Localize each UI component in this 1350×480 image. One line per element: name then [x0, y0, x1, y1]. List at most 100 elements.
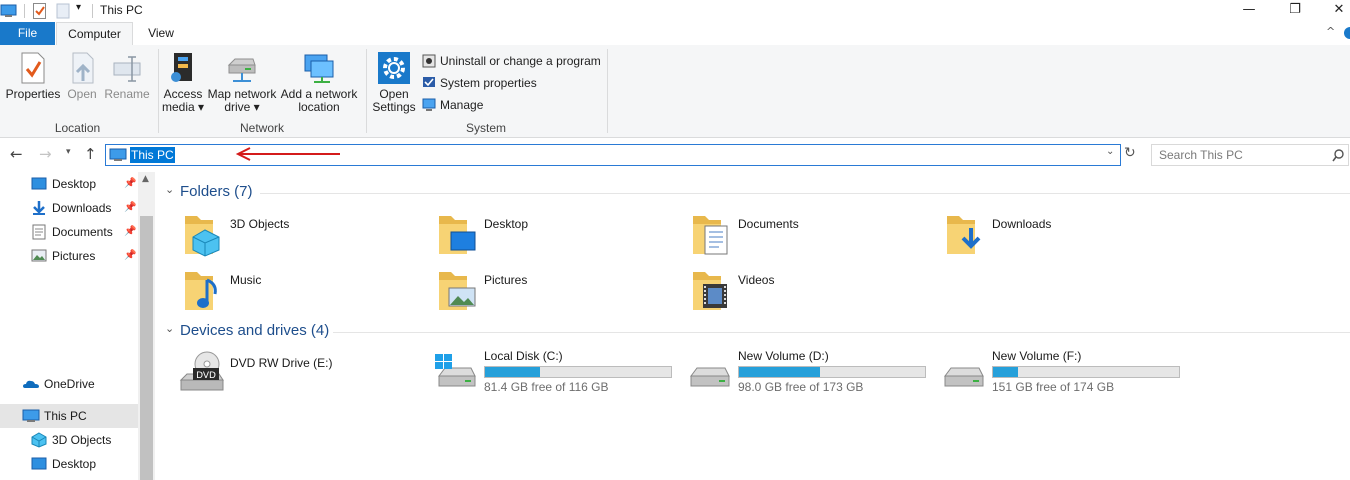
nav-item-this-pc[interactable]: This PC: [0, 404, 138, 428]
folder-tile-videos[interactable]: Videos: [691, 266, 931, 316]
tab-file[interactable]: File: [0, 22, 55, 45]
add-network-location-button[interactable]: Add a network location: [279, 51, 359, 114]
nav-item-onedrive[interactable]: OneDrive: [0, 372, 138, 396]
folder-tile-downloads[interactable]: Downloads: [945, 210, 1185, 260]
search-box[interactable]: Search This PC: [1151, 144, 1349, 166]
access-media-button[interactable]: Access media ▾: [160, 51, 206, 114]
folder-tile-music[interactable]: Music: [183, 266, 423, 316]
collapse-drives-icon[interactable]: ⌄: [165, 322, 174, 335]
folder-tile-documents[interactable]: Documents: [691, 210, 931, 260]
open-button[interactable]: Open: [64, 51, 100, 101]
videos-folder-icon: [693, 272, 727, 310]
back-arrow-icon[interactable]: ←: [10, 145, 23, 163]
search-placeholder: Search This PC: [1159, 148, 1243, 162]
drives-header[interactable]: Devices and drives (4): [180, 322, 329, 339]
minimize-button[interactable]: —: [1226, 0, 1272, 22]
nav-item-documents[interactable]: Documents 📌: [0, 220, 138, 244]
map-network-drive-button[interactable]: Map network drive ▾: [206, 51, 278, 114]
ribbon-tab-bar: File Computer View ^: [0, 22, 1350, 46]
pictures-folder-icon: [439, 272, 476, 310]
folder-name: Desktop: [484, 217, 529, 231]
nav-item-label: Documents: [52, 225, 113, 239]
help-icon[interactable]: [1342, 26, 1350, 40]
recent-locations-icon[interactable]: ▾: [66, 147, 71, 157]
folder-tile-pictures[interactable]: Pictures: [437, 266, 677, 316]
drive-free-space: 81.4 GB free of 116 GB: [484, 380, 609, 394]
nav-item-desktop[interactable]: Desktop 📌: [0, 172, 138, 196]
uninstall-program-button[interactable]: Uninstall or change a program: [420, 51, 606, 71]
drive-free-space: 151 GB free of 174 GB: [992, 380, 1115, 394]
nav-item-pictures[interactable]: Pictures 📌: [0, 244, 138, 268]
title-bar: ▾ This PC — ❐ ✕: [0, 0, 1350, 22]
tab-computer[interactable]: Computer: [56, 22, 133, 46]
forward-arrow-icon[interactable]: →: [39, 145, 52, 163]
properties-icon: [21, 52, 45, 84]
pin-icon: 📌: [124, 178, 137, 189]
new-folder-quick-icon[interactable]: [56, 3, 70, 19]
address-value[interactable]: This PC: [130, 147, 175, 163]
drive-name: Local Disk (C:): [484, 349, 563, 363]
this-pc-icon: [109, 148, 127, 161]
manage-button[interactable]: Manage: [420, 95, 606, 115]
nav-scrollbar[interactable]: ▲: [138, 172, 155, 480]
windows-drive-icon: [435, 354, 476, 387]
nav-item-label: 3D Objects: [52, 433, 112, 447]
customize-quick-access-icon[interactable]: ▾: [76, 2, 81, 13]
rename-label: Rename: [104, 87, 150, 101]
folder-name: Pictures: [484, 273, 528, 287]
this-pc-icon: [0, 4, 17, 17]
map-network-drive-label: Map network drive ▾: [207, 87, 277, 114]
collapse-folders-icon[interactable]: ⌄: [165, 183, 174, 196]
usage-bar-fill: [485, 367, 541, 377]
nav-item-downloads[interactable]: Downloads 📌: [0, 196, 138, 220]
close-button[interactable]: ✕: [1316, 0, 1350, 22]
open-settings-button[interactable]: Open Settings: [370, 51, 418, 114]
search-icon[interactable]: [1332, 149, 1345, 162]
navigation-pane: Desktop 📌 Downloads 📌 Documents 📌 Pictur…: [0, 172, 155, 480]
drive-free-space: 98.0 GB free of 173 GB: [738, 380, 864, 394]
nav-item-label: Downloads: [52, 201, 112, 215]
folder-tile-desktop[interactable]: Desktop: [437, 210, 677, 260]
nav-item-desktop[interactable]: Desktop: [0, 452, 138, 476]
drive-tile-c[interactable]: Local Disk (C:) 81.4 GB free of 116 GB: [433, 348, 683, 394]
scroll-up-icon[interactable]: ▲: [142, 174, 149, 184]
uninstall-program-label: Uninstall or change a program: [440, 54, 601, 68]
drive-name: New Volume (D:): [738, 349, 829, 363]
drive-tile-dvd[interactable]: DVD DVD RW Drive (E:): [179, 350, 419, 396]
system-properties-button[interactable]: System properties: [420, 73, 606, 93]
desktop-icon: [31, 177, 47, 190]
rename-icon: [113, 56, 141, 82]
scrollbar-thumb[interactable]: [140, 216, 153, 480]
window-title: This PC: [100, 3, 143, 17]
rename-button[interactable]: Rename: [104, 51, 150, 101]
nav-item-label: Desktop: [52, 177, 97, 191]
desktop-icon: [31, 457, 47, 470]
location-group-label: Location: [54, 121, 101, 135]
up-arrow-icon[interactable]: ↑: [84, 145, 97, 163]
maximize-button[interactable]: ❐: [1272, 0, 1318, 22]
nav-item-3d-objects[interactable]: 3D Objects: [0, 428, 138, 452]
settings-gear-icon: [378, 52, 410, 84]
open-icon: [72, 52, 94, 84]
folder-name: Documents: [738, 217, 799, 231]
folder-tile-3d-objects[interactable]: 3D Objects: [183, 210, 423, 260]
address-dropdown-icon[interactable]: ⌄: [1106, 146, 1114, 157]
refresh-icon[interactable]: ↻: [1124, 145, 1136, 161]
tab-view[interactable]: View: [140, 22, 182, 45]
nav-item-label: OneDrive: [44, 377, 95, 391]
address-row: ← → ▾ ↑ This PC ⌄ ↻ Search This PC: [0, 138, 1350, 172]
drive-tile-f[interactable]: New Volume (F:) 151 GB free of 174 GB: [941, 348, 1191, 394]
manage-computer-icon: [422, 98, 436, 111]
folder-name: Videos: [738, 273, 775, 287]
folder-name: Downloads: [992, 217, 1052, 231]
pin-icon: 📌: [124, 250, 137, 261]
folders-header[interactable]: Folders (7): [180, 183, 253, 200]
properties-quick-icon[interactable]: [32, 2, 48, 20]
usage-bar-fill: [993, 367, 1018, 377]
collapse-ribbon-icon[interactable]: ^: [1326, 25, 1335, 38]
drive-tile-d[interactable]: New Volume (D:) 98.0 GB free of 173 GB: [687, 348, 937, 394]
open-settings-label: Open Settings: [372, 87, 416, 114]
onedrive-icon: [23, 380, 39, 388]
drive-name: DVD RW Drive (E:): [230, 356, 333, 370]
properties-button[interactable]: Properties: [4, 51, 62, 101]
